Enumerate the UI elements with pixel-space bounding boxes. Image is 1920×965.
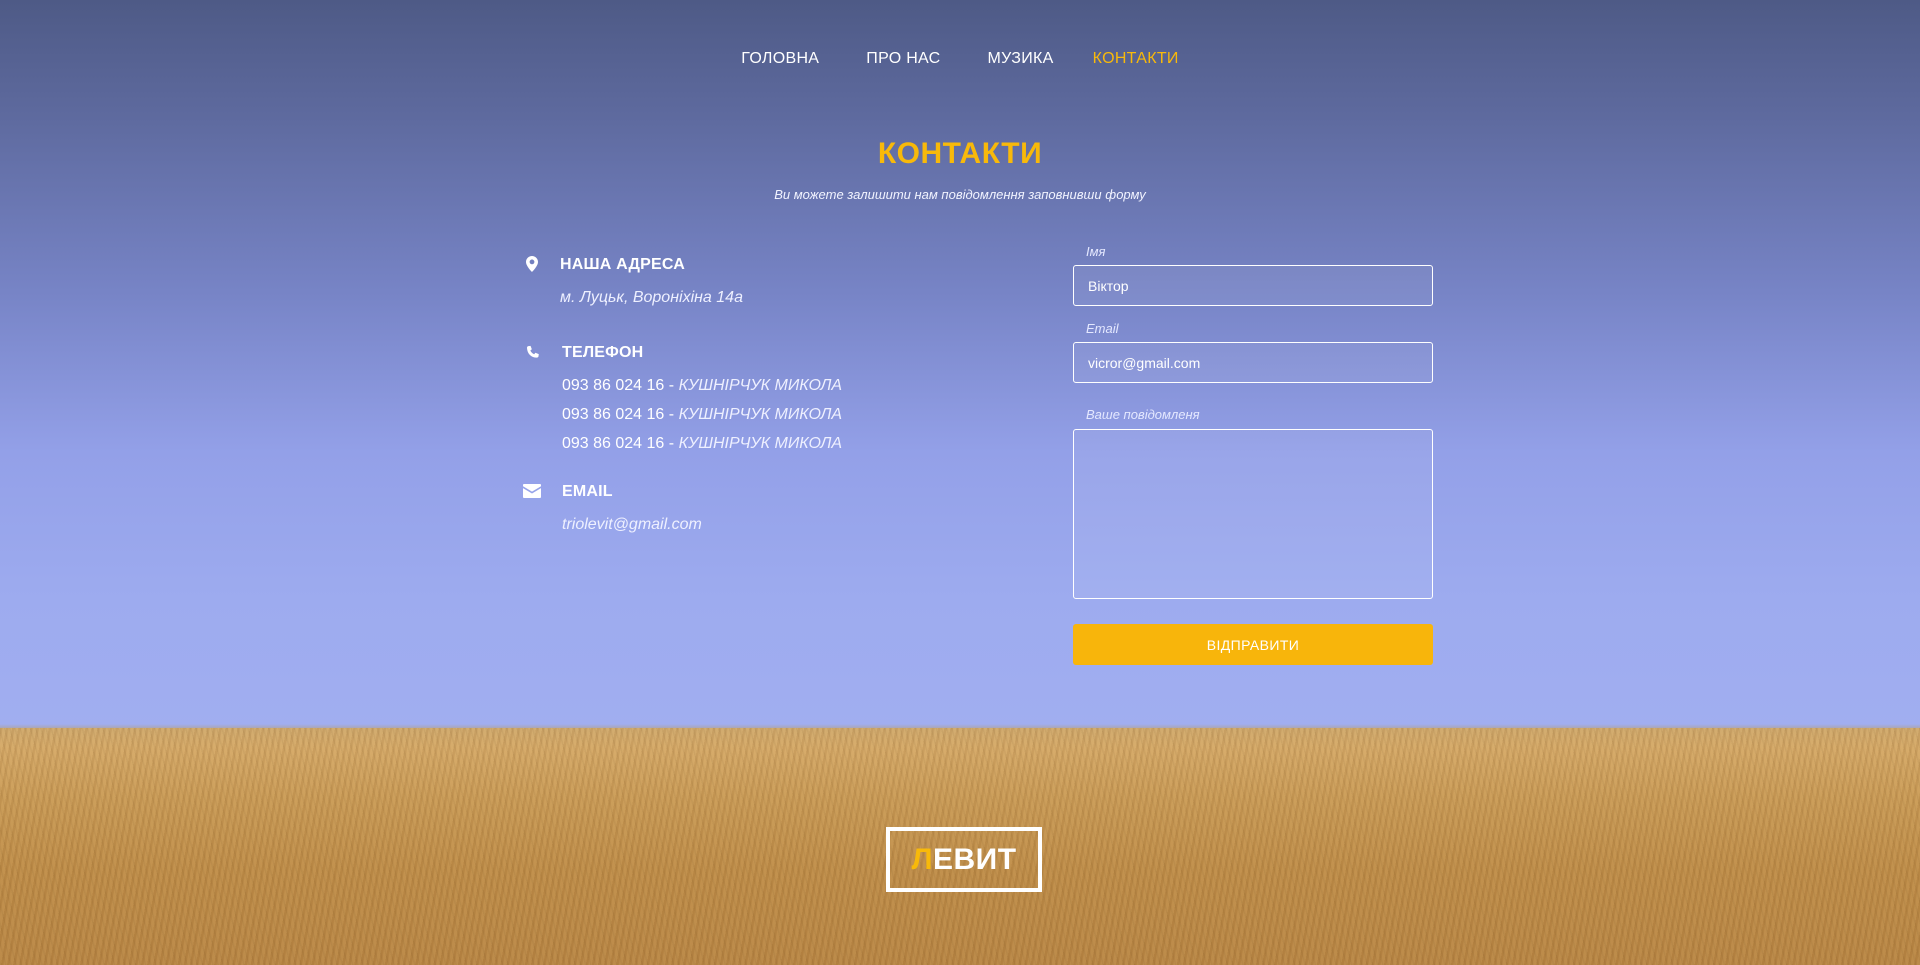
phone-number[interactable]: 093 86 024 16 bbox=[562, 435, 664, 452]
phone-number[interactable]: 093 86 024 16 bbox=[562, 406, 664, 423]
phone-list: 093 86 024 16 - КУШНІРЧУК МИКОЛА 093 86 … bbox=[562, 377, 842, 464]
phone-contact-name: КУШНІРЧУК МИКОЛА bbox=[678, 435, 843, 452]
page-subtitle: Ви можете залишити нам повідомлення запо… bbox=[774, 187, 1146, 202]
email-label: Email bbox=[1086, 321, 1119, 336]
address-block: НАША АДРЕСА м. Луцьк, Вороніхіна 14а bbox=[522, 254, 942, 342]
phone-contact-name: КУШНІРЧУК МИКОЛА bbox=[678, 406, 843, 423]
phone-contact-name: КУШНІРЧУК МИКОЛА bbox=[678, 377, 843, 394]
address-heading: НАША АДРЕСА bbox=[560, 256, 685, 273]
message-textarea[interactable] bbox=[1073, 429, 1433, 599]
email-link[interactable]: triolevit@gmail.com bbox=[562, 516, 702, 534]
phone-heading: ТЕЛЕФОН bbox=[562, 344, 644, 361]
phone-separator: - bbox=[668, 435, 675, 452]
phone-line: 093 86 024 16 - КУШНІРЧУК МИКОЛА bbox=[562, 406, 842, 424]
logo-text: ЕВИТ bbox=[933, 842, 1017, 876]
phone-separator: - bbox=[668, 377, 675, 394]
nav-item-contacts[interactable]: КОНТАКТИ bbox=[1093, 50, 1179, 68]
message-label: Ваше повідомленя bbox=[1086, 407, 1200, 422]
email-block: EMAIL triolevit@gmail.com bbox=[522, 481, 942, 551]
phone-number[interactable]: 093 86 024 16 bbox=[562, 377, 664, 394]
nav-item-music[interactable]: МУЗИКА bbox=[988, 50, 1054, 68]
logo-first-letter: Л bbox=[911, 842, 933, 876]
main-nav: ГОЛОВНА ПРО НАС МУЗИКА КОНТАКТИ bbox=[0, 50, 1920, 68]
map-pin-icon bbox=[522, 254, 542, 274]
nav-item-home[interactable]: ГОЛОВНА bbox=[741, 50, 819, 68]
nav-item-about[interactable]: ПРО НАС bbox=[866, 50, 940, 68]
envelope-icon bbox=[522, 481, 542, 501]
name-label: Імя bbox=[1086, 244, 1106, 259]
page-title: КОНТАКТИ bbox=[877, 137, 1043, 170]
phone-block: ТЕЛЕФОН 093 86 024 16 - КУШНІРЧУК МИКОЛА… bbox=[522, 342, 942, 481]
email-input[interactable] bbox=[1073, 342, 1433, 383]
submit-button[interactable]: ВІДПРАВИТИ bbox=[1073, 624, 1433, 665]
phone-icon bbox=[522, 342, 542, 362]
phone-line: 093 86 024 16 - КУШНІРЧУК МИКОЛА bbox=[562, 435, 842, 453]
contact-info: НАША АДРЕСА м. Луцьк, Вороніхіна 14а ТЕЛ… bbox=[522, 254, 942, 551]
phone-line: 093 86 024 16 - КУШНІРЧУК МИКОЛА bbox=[562, 377, 842, 395]
logo[interactable]: Л ЕВИТ bbox=[886, 827, 1042, 892]
name-input[interactable] bbox=[1073, 265, 1433, 306]
sky-background bbox=[0, 0, 1920, 730]
email-heading: EMAIL bbox=[562, 483, 613, 500]
phone-separator: - bbox=[668, 406, 675, 423]
address-text: м. Луцьк, Вороніхіна 14а bbox=[560, 289, 743, 306]
contact-form: Імя Email Ваше повідомленя ВІДПРАВИТИ bbox=[1073, 244, 1433, 665]
